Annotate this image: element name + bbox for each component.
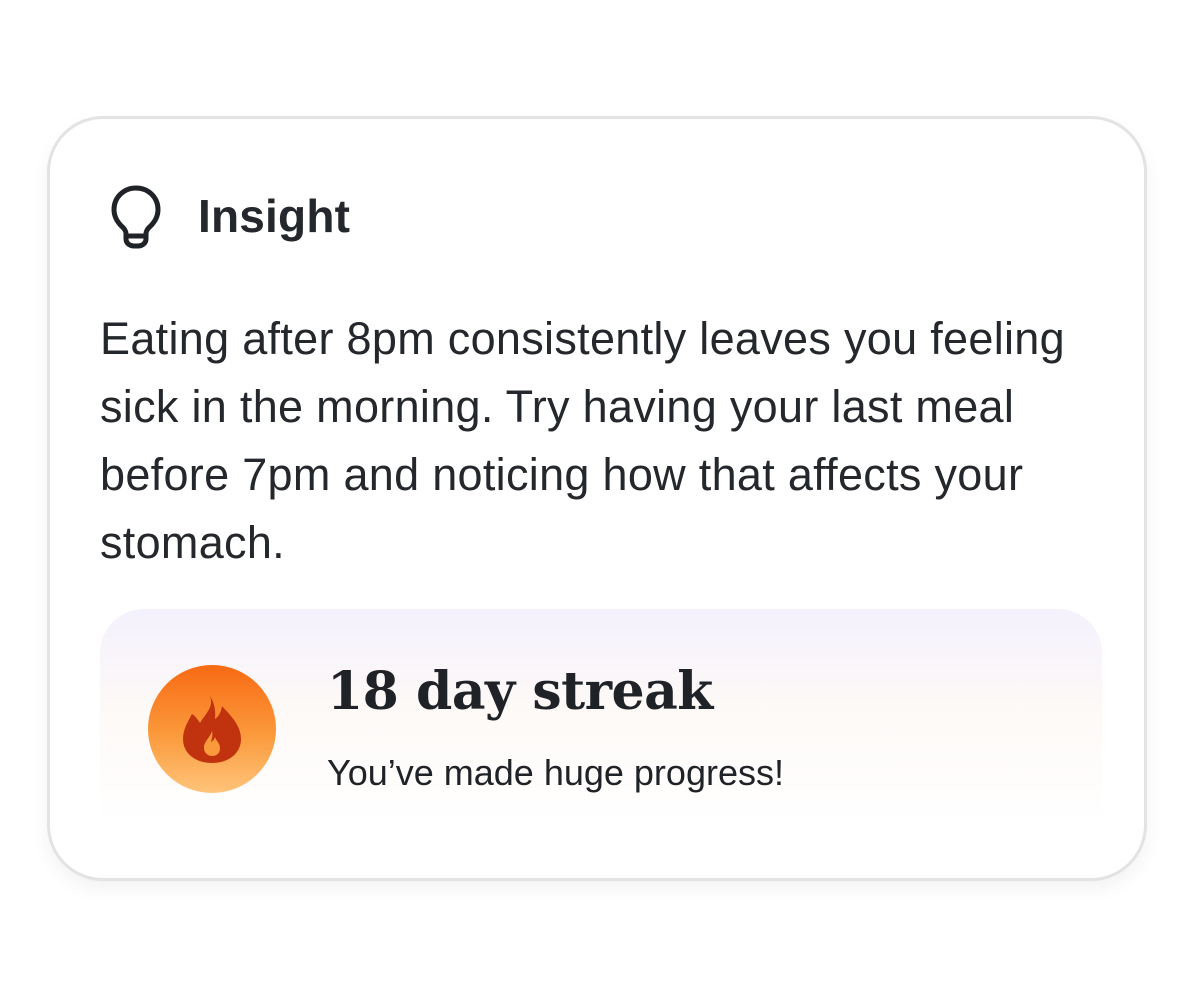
- insight-header: Insight: [108, 183, 350, 249]
- insight-message: Eating after 8pm consistently leaves you…: [100, 313, 1065, 568]
- streak-badge: [148, 665, 276, 793]
- insight-card: Insight Eating after 8pm consistently le…: [47, 116, 1147, 881]
- streak-panel: 18 day streak You’ve made huge progress!: [100, 609, 1102, 824]
- flame-icon: [183, 696, 241, 763]
- lightbulb-icon: [111, 185, 161, 249]
- streak-title: 18 day streak: [327, 661, 713, 722]
- insight-title: Insight: [198, 190, 351, 242]
- streak-subtitle: You’ve made huge progress!: [327, 752, 784, 793]
